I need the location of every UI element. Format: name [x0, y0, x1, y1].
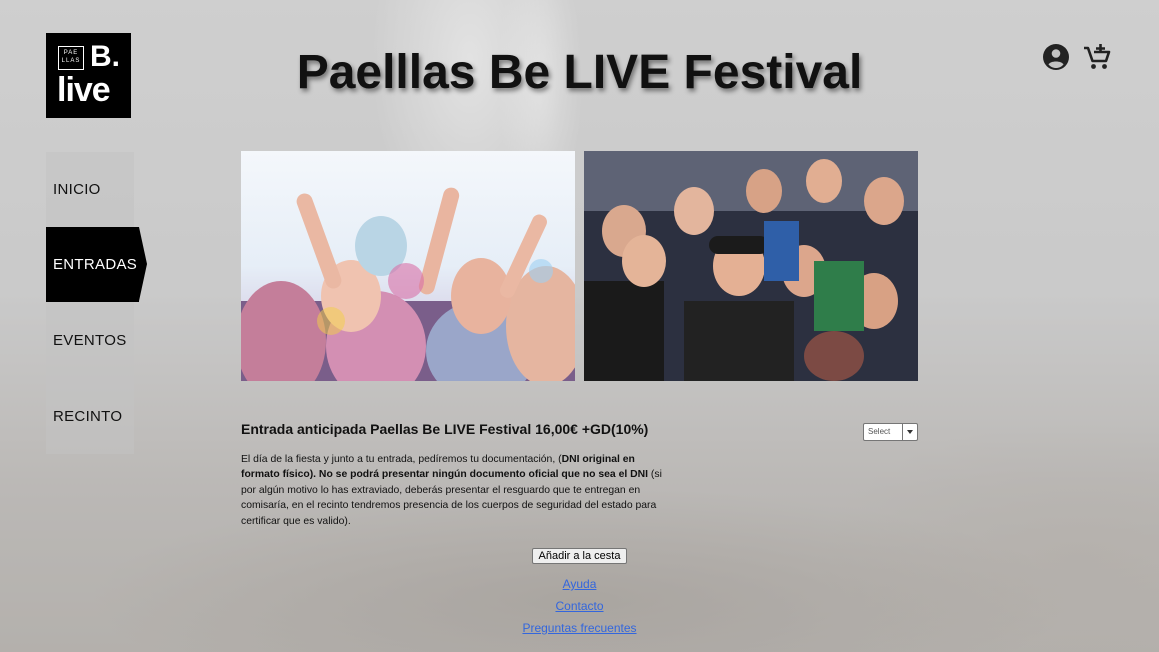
description-text-1: El día de la fiesta y junto a tu entrada… [241, 454, 562, 465]
festival-photo-left [241, 151, 575, 381]
nav-item-eventos[interactable]: EVENTOS [46, 303, 134, 378]
ticket-description: El día de la fiesta y junto a tu entrada… [241, 452, 666, 529]
account-icon[interactable] [1042, 43, 1070, 71]
nav-item-entradas[interactable]: ENTRADAS [46, 227, 147, 302]
add-to-cart-icon[interactable] [1083, 43, 1111, 71]
page-title: Paelllas Be LIVE Festival [296, 46, 863, 99]
add-to-cart-button[interactable]: Añadir a la cesta [532, 548, 627, 564]
footer-link-contacto[interactable]: Contacto [0, 599, 1159, 613]
select-value: Select [868, 427, 891, 436]
active-arrow [139, 227, 147, 301]
quantity-select[interactable]: Select [863, 423, 918, 441]
footer-link-faq[interactable]: Preguntas frecuentes [0, 621, 1159, 635]
side-nav: INICIO ENTRADAS EVENTOS RECINTO [46, 152, 147, 454]
nav-item-label: ENTRADAS [53, 256, 138, 273]
nav-item-recinto[interactable]: RECINTO [46, 379, 134, 454]
chevron-down-icon [902, 424, 917, 440]
ticket-title: Entrada anticipada Paellas Be LIVE Festi… [241, 421, 649, 437]
nav-item-inicio[interactable]: INICIO [46, 152, 134, 227]
festival-photo-right [584, 151, 918, 381]
footer-link-ayuda[interactable]: Ayuda [0, 577, 1159, 591]
